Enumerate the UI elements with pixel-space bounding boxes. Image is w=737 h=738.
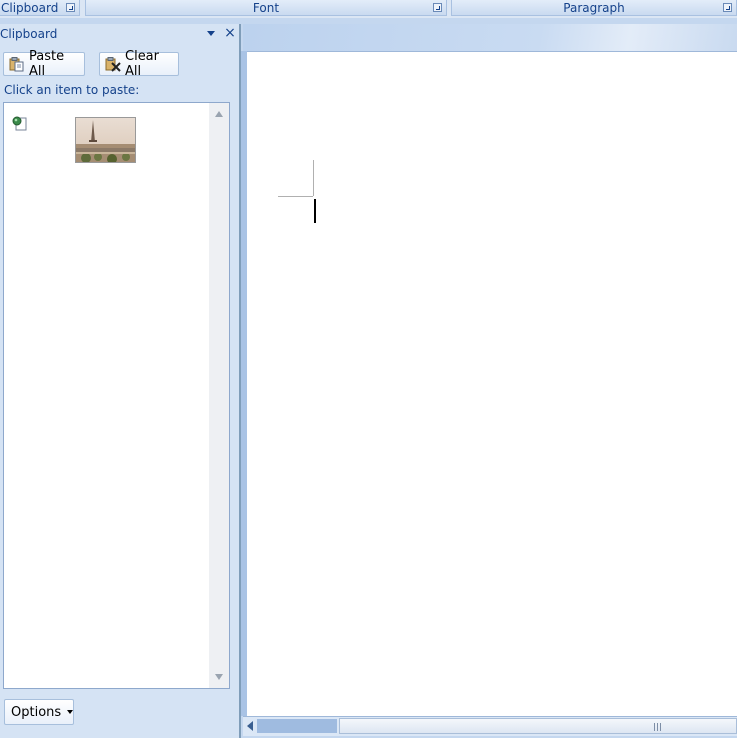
chevron-down-icon	[67, 710, 74, 714]
pane-options-dropdown-icon[interactable]	[207, 31, 215, 36]
clipboard-task-pane: Clipboard × Paste All Clear All Click an	[0, 24, 241, 738]
margin-crop-mark	[313, 160, 314, 196]
ribbon-group-font: Font	[85, 0, 447, 16]
dialog-launcher-icon[interactable]	[433, 3, 442, 12]
scrollbar-grip-icon	[654, 723, 662, 731]
margin-crop-mark	[278, 196, 313, 197]
options-label: Options	[11, 704, 62, 720]
ribbon-group-label: Paragraph	[563, 1, 625, 15]
scroll-down-icon[interactable]	[215, 674, 223, 680]
paste-hint: Click an item to paste:	[4, 83, 140, 97]
scrollbar-track[interactable]	[257, 719, 337, 733]
document-top-strip	[243, 24, 737, 52]
text-cursor	[314, 199, 316, 223]
picture-item-icon	[12, 115, 28, 131]
dialog-launcher-icon[interactable]	[723, 3, 732, 12]
paste-all-label: Paste All	[29, 49, 65, 79]
scroll-left-icon[interactable]	[247, 721, 253, 731]
ribbon-group-label: Font	[252, 1, 280, 15]
options-button[interactable]: Options	[4, 699, 74, 725]
ribbon-group-clipboard: Clipboard	[0, 0, 80, 16]
horizontal-scrollbar[interactable]	[243, 716, 737, 736]
paste-all-button[interactable]: Paste All	[3, 49, 85, 79]
scroll-up-icon[interactable]	[215, 111, 223, 117]
clear-all-button[interactable]: Clear All	[99, 49, 179, 79]
vertical-scrollbar[interactable]	[209, 103, 229, 688]
pane-title: Clipboard	[0, 27, 58, 41]
ribbon-group-paragraph: Paragraph	[451, 0, 737, 16]
paste-all-icon	[9, 56, 25, 72]
close-icon[interactable]: ×	[223, 25, 237, 41]
clipboard-item[interactable]	[8, 113, 208, 165]
clear-all-label: Clear All	[125, 49, 159, 79]
eiffel-tower-thumbnail	[75, 117, 136, 163]
dialog-launcher-icon[interactable]	[66, 3, 75, 12]
document-page[interactable]	[247, 52, 737, 716]
scrollbar-thumb[interactable]	[339, 718, 737, 734]
clear-all-icon	[105, 56, 121, 72]
clipboard-items-list	[3, 102, 230, 689]
ribbon-group-labels: Clipboard Font Paragraph	[0, 0, 737, 18]
